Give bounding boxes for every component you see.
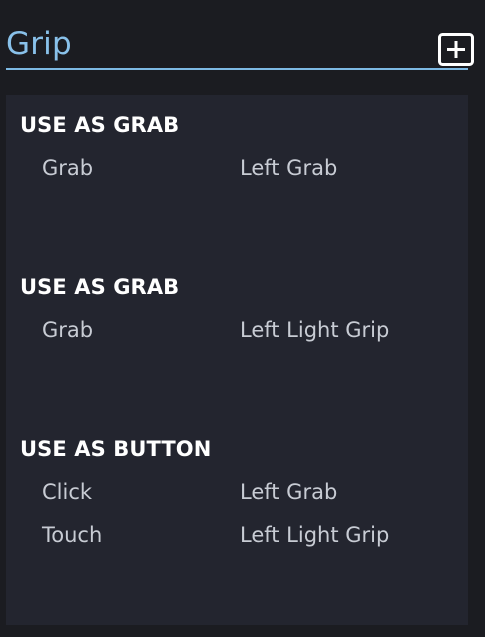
header-divider: [6, 68, 468, 70]
binding-action-value: Left Light Grip: [240, 523, 390, 547]
binding-row[interactable]: Grab Left Light Grip: [6, 318, 468, 348]
section-title: USE AS GRAB: [20, 113, 180, 137]
binding-row[interactable]: Touch Left Light Grip: [6, 523, 468, 553]
binding-input-label: Grab: [42, 156, 94, 180]
binding-section[interactable]: USE AS BUTTON Click Left Grab Touch Left…: [6, 419, 468, 625]
grip-settings-view: Grip USE AS GRAB Grab Left Grab USE AS G…: [0, 0, 485, 637]
binding-action-value: Left Grab: [240, 156, 338, 180]
binding-row[interactable]: Grab Left Grab: [6, 156, 468, 186]
binding-section[interactable]: USE AS GRAB Grab Left Light Grip: [6, 257, 468, 419]
binding-action-value: Left Light Grip: [240, 318, 390, 342]
header: Grip: [6, 14, 474, 70]
binding-row[interactable]: Click Left Grab: [6, 480, 468, 510]
binding-input-label: Click: [42, 480, 93, 504]
add-square-icon: [438, 33, 474, 66]
binding-input-label: Grab: [42, 318, 94, 342]
binding-action-value: Left Grab: [240, 480, 338, 504]
add-button[interactable]: [438, 33, 474, 66]
binding-section[interactable]: USE AS GRAB Grab Left Grab: [6, 95, 468, 257]
bindings-panel: USE AS GRAB Grab Left Grab USE AS GRAB G…: [6, 95, 468, 625]
section-title: USE AS GRAB: [20, 275, 180, 299]
page-title: Grip: [6, 26, 72, 62]
binding-input-label: Touch: [42, 523, 103, 547]
section-title: USE AS BUTTON: [20, 437, 212, 461]
